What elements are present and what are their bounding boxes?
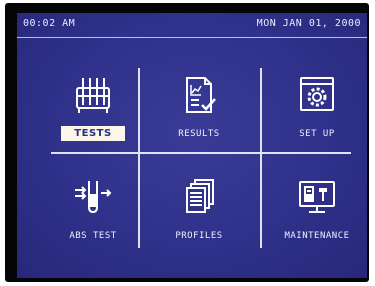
tests-label: TESTS (61, 126, 125, 141)
setup-label: SET UP (299, 129, 335, 139)
tile-tests[interactable]: TESTS (38, 61, 148, 161)
date: MON JAN 01, 2000 (256, 18, 361, 29)
tile-abs-test[interactable]: ABS TEST (38, 163, 148, 263)
tile-profiles[interactable]: PROFILES (144, 163, 254, 263)
settings-gear-icon (300, 77, 334, 111)
device-bezel: 00:02 AM MON JAN 01, 2000 TESTS RESULTS … (5, 3, 369, 282)
profiles-label: PROFILES (175, 231, 223, 241)
tile-maintenance[interactable]: MAINTENANCE (262, 163, 372, 263)
tile-results[interactable]: RESULTS (144, 61, 254, 161)
maintenance-label: MAINTENANCE (284, 231, 350, 241)
status-bar: 00:02 AM MON JAN 01, 2000 (17, 13, 367, 38)
clock: 00:02 AM (23, 18, 76, 29)
abs-test-label: ABS TEST (69, 231, 117, 241)
results-label: RESULTS (178, 129, 220, 139)
tile-setup[interactable]: SET UP (262, 61, 372, 161)
profiles-documents-icon (186, 179, 214, 213)
abs-test-tube-icon (75, 181, 112, 214)
results-chart-icon (186, 77, 216, 113)
screen: 00:02 AM MON JAN 01, 2000 TESTS RESULTS … (17, 13, 367, 278)
test-tube-rack-icon (76, 78, 110, 113)
maintenance-monitor-icon (299, 181, 335, 213)
